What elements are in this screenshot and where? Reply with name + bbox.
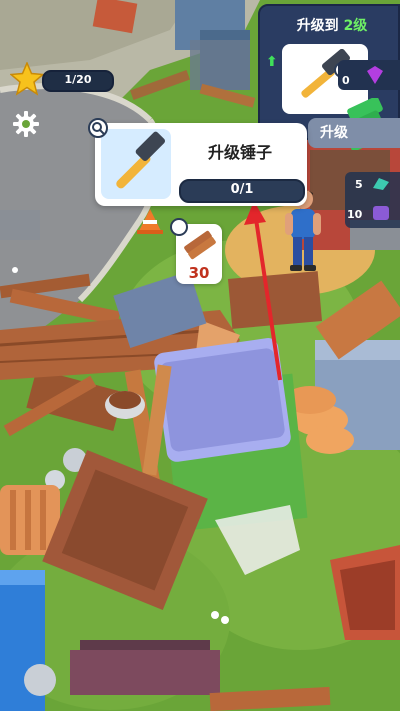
side-item-gem: 0 (338, 60, 400, 90)
upgrade-arrow-icon: ⬆ (266, 54, 278, 70)
tooltip-progress-bar: 0/1 (179, 179, 305, 203)
tooltip-progress-text: 0/1 (230, 182, 254, 197)
upgrade-target-level: 2级 (343, 18, 368, 34)
gem-icon (367, 66, 383, 84)
teal-crystal-count: 5 (355, 178, 363, 191)
upgrade-title-prefix: 升级到 (296, 18, 344, 34)
gem-count: 0 (342, 74, 350, 87)
xp-progress-bar: 1/20 (42, 70, 114, 92)
wood-magnifier-icon[interactable] (170, 218, 188, 236)
upgrade-button[interactable]: 升级 (308, 118, 400, 148)
side-crystal-list: 5 10 (345, 172, 400, 228)
wood-count: 30 (188, 264, 210, 282)
guide-arrow (244, 201, 282, 381)
teal-crystal-icon (373, 178, 389, 190)
tooltip-magnifier-icon[interactable] (88, 118, 108, 138)
hammer-icon-frame (101, 129, 171, 199)
purple-crystal-icon (373, 206, 389, 220)
settings-gear-icon[interactable] (12, 110, 40, 138)
traffic-cone-icon (137, 209, 163, 234)
level-star-icon (10, 62, 44, 96)
hammer-icon (116, 131, 166, 189)
tooltip-title: 升级锤子 (207, 143, 272, 162)
upgrade-panel-title: 升级到 2级 (268, 15, 396, 35)
xp-text: 1/20 (64, 73, 92, 86)
upgrade-hammer-tooltip[interactable]: 升级锤子 0/1 (95, 123, 307, 206)
purple-crystal-count: 10 (347, 208, 363, 221)
